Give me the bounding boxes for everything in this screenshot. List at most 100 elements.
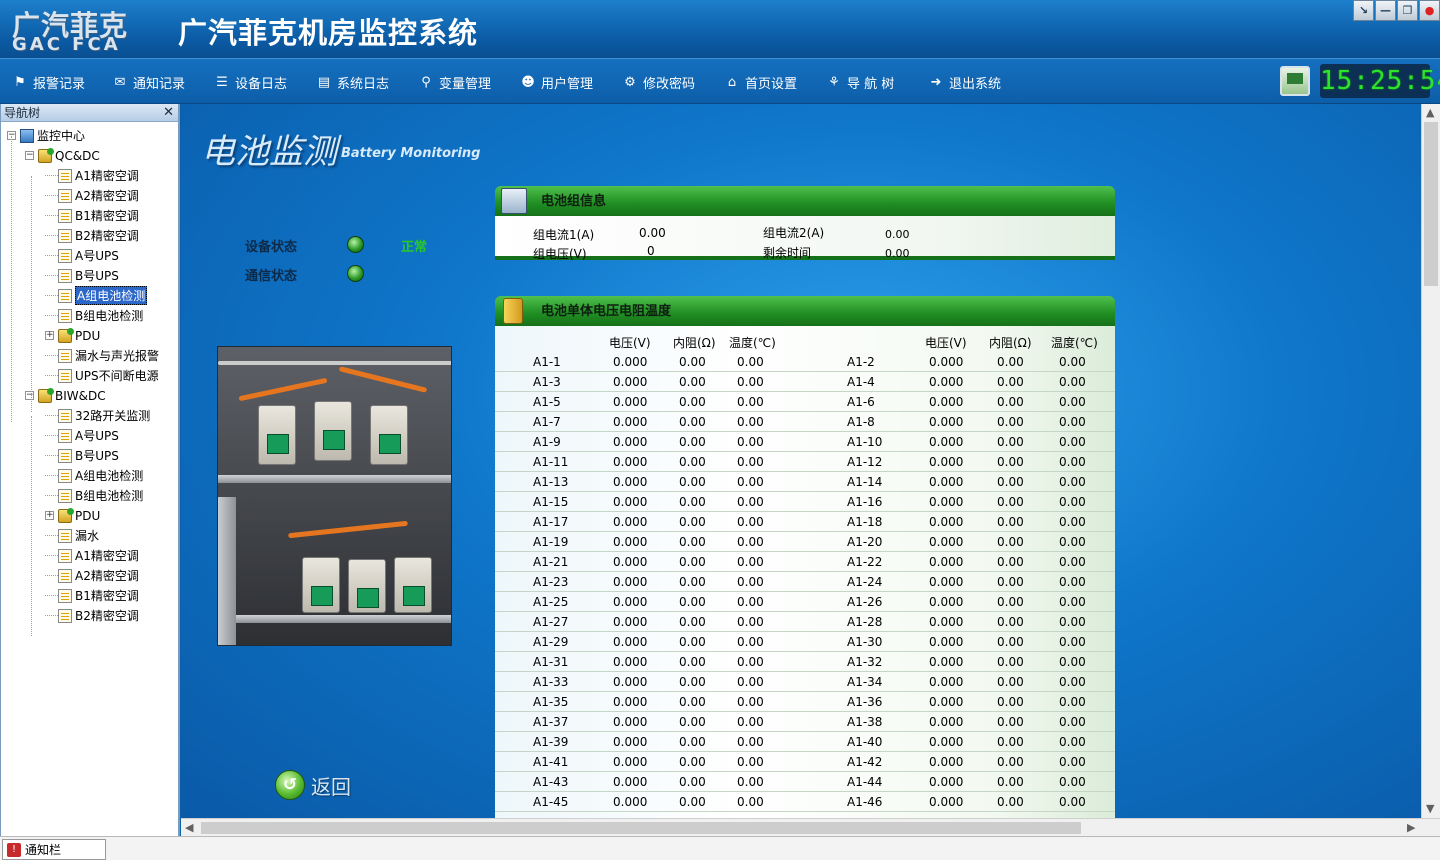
cell-temperature: 0.00 xyxy=(737,375,764,389)
cell-voltage: 0.000 xyxy=(613,455,648,469)
cell-temperature: 0.00 xyxy=(737,755,764,769)
cell-id: A1-13 xyxy=(533,475,569,489)
menu-item-label: 用户管理 xyxy=(541,77,594,92)
vertical-scroll-thumb[interactable] xyxy=(1424,122,1438,286)
gear-icon: ⚙ xyxy=(624,74,636,90)
cell-voltage: 0.000 xyxy=(929,475,964,489)
group-info-header: 电池组信息 xyxy=(495,186,1115,216)
cell-voltage: 0.000 xyxy=(613,435,648,449)
cell-temperature: 0.00 xyxy=(1059,415,1086,429)
cell-resistance: 0.00 xyxy=(679,395,706,409)
cell-voltage: 0.000 xyxy=(929,735,964,749)
table-row: A1-35 0.000 0.00 0.00 A1-36 0.000 0.00 0.00 xyxy=(495,692,1115,712)
home-icon: ⌂ xyxy=(727,74,737,90)
voltage-label: 组电压(V) xyxy=(533,247,587,261)
tree-node[interactable]: B1精密空调 xyxy=(45,586,139,605)
tree-node[interactable]: + PDU xyxy=(45,326,100,345)
scroll-right-icon[interactable]: ▶ xyxy=(1407,821,1415,834)
menu-item-6[interactable]: ⚙ 修改密码 xyxy=(622,73,695,92)
cell-resistance: 0.00 xyxy=(679,435,706,449)
tree-node[interactable]: − QC&DC xyxy=(25,146,100,165)
cell-resistance: 0.00 xyxy=(997,455,1024,469)
expand-icon[interactable]: + xyxy=(45,331,54,340)
menu-item-5[interactable]: ☻ 用户管理 xyxy=(520,73,593,92)
cell-resistance: 0.00 xyxy=(997,515,1024,529)
cell-resistance: 0.00 xyxy=(997,695,1024,709)
cell-voltage: 0.000 xyxy=(613,755,648,769)
cell-voltage: 0.000 xyxy=(613,495,648,509)
menu-item-4[interactable]: ⚲ 变量管理 xyxy=(418,73,491,92)
monitor-screen-icon[interactable] xyxy=(1280,66,1310,96)
tree-node-label: B1精密空调 xyxy=(75,209,139,223)
cell-resistance: 0.00 xyxy=(997,495,1024,509)
tree-node[interactable]: B组电池检测 xyxy=(45,486,143,505)
tree-node[interactable]: − 监控中心 xyxy=(7,126,85,145)
menu-item-0[interactable]: ⚑ 报警记录 xyxy=(12,73,85,92)
collapse-icon[interactable]: − xyxy=(25,151,34,160)
tree-node[interactable]: − BIW&DC xyxy=(25,386,106,405)
tree-node-label: B号UPS xyxy=(75,269,119,283)
menu-item-label: 报警记录 xyxy=(33,77,86,92)
cell-resistance: 0.00 xyxy=(997,415,1024,429)
tree-node[interactable]: B组电池检测 xyxy=(45,306,143,325)
menu-bar: ⚑ 报警记录 ✉ 通知记录 ☰ 设备日志 ▤ 系统日志 ⚲ 变量管理 ☻ 用户管理 ⚙ 修改密码 ⌂ 首页设置… xyxy=(0,58,1440,104)
scroll-left-icon[interactable]: ◀ xyxy=(185,821,193,834)
tree-node[interactable]: A1精密空调 xyxy=(45,166,139,185)
cell-voltage: 0.000 xyxy=(929,655,964,669)
close-button[interactable]: ● xyxy=(1419,0,1440,21)
cell-resistance: 0.00 xyxy=(679,715,706,729)
tree-node[interactable]: A1精密空调 xyxy=(45,546,139,565)
menu-item-9[interactable]: ➜ 退出系统 xyxy=(928,73,1001,92)
notification-tab[interactable]: ! 通知栏 xyxy=(2,839,106,860)
menu-item-3[interactable]: ▤ 系统日志 xyxy=(316,73,389,92)
cell-temperature: 0.00 xyxy=(1059,475,1086,489)
return-button[interactable]: ↺ 返回 xyxy=(275,770,351,800)
cell-temperature: 0.00 xyxy=(737,675,764,689)
menu-item-1[interactable]: ✉ 通知记录 xyxy=(112,73,185,92)
tree-node[interactable]: A2精密空调 xyxy=(45,186,139,205)
tree-node[interactable]: B号UPS xyxy=(45,446,119,465)
cell-temperature: 0.00 xyxy=(1059,535,1086,549)
cell-id: A1-24 xyxy=(847,575,883,589)
cell-resistance: 0.00 xyxy=(679,735,706,749)
restore-down-icon[interactable]: ↘ xyxy=(1353,0,1374,21)
tree-node[interactable]: 漏水与声光报警 xyxy=(45,346,159,365)
cell-temperature: 0.00 xyxy=(737,655,764,669)
vertical-scrollbar[interactable]: ▲ ▼ xyxy=(1421,104,1440,818)
tree-node[interactable]: UPS不间断电源 xyxy=(45,366,159,385)
cell-resistance: 0.00 xyxy=(997,635,1024,649)
tree-node[interactable]: A号UPS xyxy=(45,246,119,265)
tree-node[interactable]: B1精密空调 xyxy=(45,206,139,225)
tree-node[interactable]: B号UPS xyxy=(45,266,119,285)
cell-table: 电压(V) 内阻(Ω) 温度(℃) 电压(V) 内阻(Ω) 温度(℃) A1-1 0.000 0… xyxy=(495,326,1115,818)
cell-temperature: 0.00 xyxy=(737,715,764,729)
menu-item-8[interactable]: ⚘ 导 航 树 xyxy=(826,73,894,92)
tree-node[interactable]: B2精密空调 xyxy=(45,226,139,245)
expand-icon[interactable]: + xyxy=(45,511,54,520)
close-icon[interactable]: ✕ xyxy=(163,104,174,122)
scroll-up-icon[interactable]: ▲ xyxy=(1426,106,1434,119)
tree-node[interactable]: A组电池检测 xyxy=(45,286,148,305)
table-row: A1-5 0.000 0.00 0.00 A1-6 0.000 0.00 0.00 xyxy=(495,392,1115,412)
menu-item-7[interactable]: ⌂ 首页设置 xyxy=(724,73,797,92)
menu-item-label: 导 航 树 xyxy=(847,77,895,92)
cell-id: A1-6 xyxy=(847,395,875,409)
minimize-button[interactable]: — xyxy=(1375,0,1396,21)
horizontal-scrollbar[interactable]: ◀ ▶ xyxy=(181,818,1440,836)
horizontal-scroll-thumb[interactable] xyxy=(201,822,1081,834)
tree-node[interactable]: 32路开关监测 xyxy=(45,406,150,425)
return-label: 返回 xyxy=(311,774,351,799)
menu-item-2[interactable]: ☰ 设备日志 xyxy=(214,73,287,92)
scroll-down-icon[interactable]: ▼ xyxy=(1426,802,1434,815)
maximize-button[interactable]: ❐ xyxy=(1397,0,1418,21)
collapse-icon[interactable]: − xyxy=(25,391,34,400)
tree-node[interactable]: A组电池检测 xyxy=(45,466,143,485)
tree-node[interactable]: B2精密空调 xyxy=(45,606,139,625)
cell-voltage: 0.000 xyxy=(613,735,648,749)
cell-temperature: 0.00 xyxy=(1059,395,1086,409)
tree-node[interactable]: 漏水 xyxy=(45,526,99,545)
tree-node[interactable]: + PDU xyxy=(45,506,100,525)
tree-node[interactable]: A号UPS xyxy=(45,426,119,445)
cell-id: A1-32 xyxy=(847,655,883,669)
tree-node[interactable]: A2精密空调 xyxy=(45,566,139,585)
